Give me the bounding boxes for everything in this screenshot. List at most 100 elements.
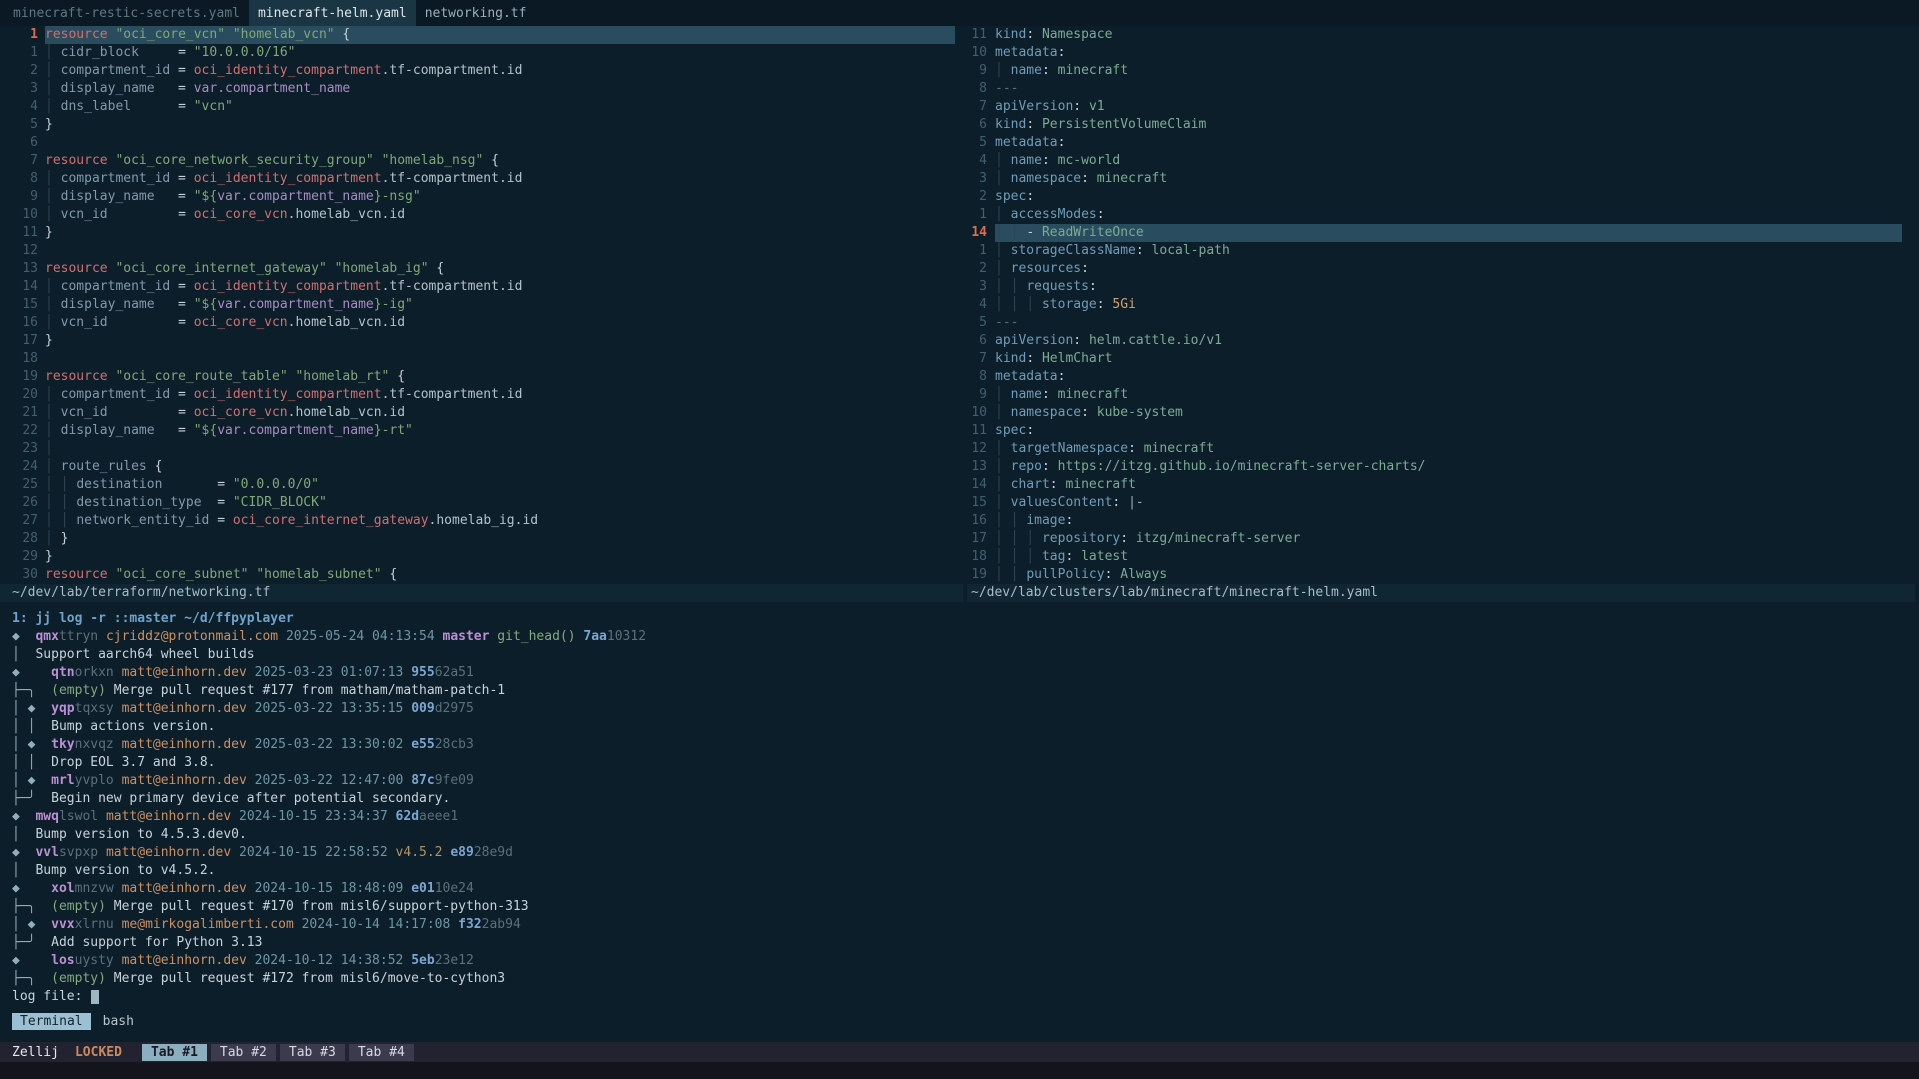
log-segment: Merge pull request #177 from matham/math…	[106, 683, 505, 698]
line-number: 10	[971, 404, 987, 422]
code-line[interactable]: 8metadata:	[967, 368, 1915, 386]
code-line[interactable]: 23│	[0, 440, 963, 458]
code-line[interactable]: 3│ │ requests:	[967, 278, 1915, 296]
code-line[interactable]: 4│ name: mc-world	[967, 152, 1915, 170]
code-line[interactable]: 4│ │ │ storage: 5Gi	[967, 296, 1915, 314]
code-line[interactable]: 5---	[967, 314, 1915, 332]
code-line[interactable]: 28│ }	[0, 530, 963, 548]
buffer-tab[interactable]: minecraft-helm.yaml	[249, 0, 416, 26]
code-line[interactable]: 27│ │ network_entity_id = oci_core_inter…	[0, 512, 963, 530]
log-segment: 955	[411, 665, 434, 680]
code-segment: "homelab_ig"	[335, 261, 429, 276]
code-segment: =	[209, 513, 232, 528]
code-line[interactable]: 1│ accessModes:	[967, 206, 1915, 224]
code-line[interactable]: 18	[0, 350, 963, 368]
zellij-tab[interactable]: Tab #2	[211, 1044, 276, 1061]
terminal-tab-active[interactable]: Terminal	[12, 1013, 91, 1030]
code-line[interactable]: 9│ display_name = "${var.compartment_nam…	[0, 188, 963, 206]
code-line[interactable]: 10metadata:	[967, 44, 1915, 62]
code-line[interactable]: 11}	[0, 224, 963, 242]
code-segment: =	[108, 405, 194, 420]
code-line[interactable]: 13resource "oci_core_internet_gateway" "…	[0, 260, 963, 278]
code-line[interactable]: 9│ name: minecraft	[967, 386, 1915, 404]
indent-guide: │ │ │	[995, 549, 1042, 564]
code-line[interactable]: 16│ │ image:	[967, 512, 1915, 530]
code-line[interactable]: 8│ compartment_id = oci_identity_compart…	[0, 170, 963, 188]
code-segment: =	[155, 189, 194, 204]
log-segment: 2025-03-22 12:47:00	[255, 773, 404, 788]
jj-log-line: │ │ Drop EOL 3.7 and 3.8.	[12, 754, 1919, 772]
code-line[interactable]: 2│ compartment_id = oci_identity_compart…	[0, 62, 963, 80]
code-line[interactable]: 6kind: PersistentVolumeClaim	[967, 116, 1915, 134]
editor-split-yaml[interactable]: 11kind: Namespace10metadata:9│ name: min…	[967, 26, 1915, 602]
code-line[interactable]: 30resource "oci_core_subnet" "homelab_su…	[0, 566, 963, 584]
code-line[interactable]: 24│ route_rules {	[0, 458, 963, 476]
zellij-tab[interactable]: Tab #4	[349, 1044, 414, 1061]
code-line[interactable]: 12│ targetNamespace: minecraft	[967, 440, 1915, 458]
code-line[interactable]: 21│ vcn_id = oci_core_vcn.homelab_vcn.id	[0, 404, 963, 422]
code-line[interactable]: 26│ │ destination_type = "CIDR_BLOCK"	[0, 494, 963, 512]
indent-guide: │	[45, 441, 53, 456]
zellij-tab[interactable]: Tab #1	[142, 1044, 207, 1061]
code-line[interactable]: 16│ vcn_id = oci_core_vcn.homelab_vcn.id	[0, 314, 963, 332]
code-line[interactable]: 14│ compartment_id = oci_identity_compar…	[0, 278, 963, 296]
terminal-pane[interactable]: 1: jj log -r ::master ~/d/ffpyplayer ◆ q…	[0, 610, 1919, 1006]
code-line[interactable]: 7resource "oci_core_network_security_gro…	[0, 152, 963, 170]
code-text: │ name: minecraft	[995, 386, 1902, 404]
code-line[interactable]: 2│ resources:	[967, 260, 1915, 278]
code-line[interactable]: 10│ vcn_id = oci_core_vcn.homelab_vcn.id	[0, 206, 963, 224]
code-line[interactable]: 13│ repo: https://itzg.github.io/minecra…	[967, 458, 1915, 476]
code-line[interactable]: 6apiVersion: helm.cattle.io/v1	[967, 332, 1915, 350]
code-line[interactable]: 11spec:	[967, 422, 1915, 440]
code-segment: 5Gi	[1112, 297, 1135, 312]
log-segment: matt@einhorn.dev	[122, 665, 247, 680]
code-line[interactable]: 3│ display_name = var.compartment_name	[0, 80, 963, 98]
code-line[interactable]: 17}	[0, 332, 963, 350]
code-line[interactable]: 15│ display_name = "${var.compartment_na…	[0, 296, 963, 314]
code-line[interactable]: 9│ name: minecraft	[967, 62, 1915, 80]
code-segment: "oci_core_internet_gateway"	[115, 261, 326, 276]
code-segment: :	[1105, 567, 1121, 582]
prompt-line[interactable]: log file:	[12, 988, 1919, 1006]
buffer-tab[interactable]: networking.tf	[416, 0, 536, 26]
code-line[interactable]: 15│ valuesContent: |-	[967, 494, 1915, 512]
code-line[interactable]: 22│ display_name = "${var.compartment_na…	[0, 422, 963, 440]
jj-log-line: ◆ xolmnzvw matt@einhorn.dev 2024-10-15 1…	[12, 880, 1919, 898]
code-line[interactable]: 18│ │ │ tag: latest	[967, 548, 1915, 566]
code-line[interactable]: 1│ cidr_block = "10.0.0.0/16"	[0, 44, 963, 62]
code-line[interactable]: 3│ namespace: minecraft	[967, 170, 1915, 188]
code-line[interactable]: 17│ │ │ repository: itzg/minecraft-serve…	[967, 530, 1915, 548]
code-line[interactable]: 19resource "oci_core_route_table" "homel…	[0, 368, 963, 386]
indent-guide: │	[45, 189, 61, 204]
code-line[interactable]: 29}	[0, 548, 963, 566]
code-segment: network_entity_id	[76, 513, 209, 528]
code-line[interactable]: 4│ dns_label = "vcn"	[0, 98, 963, 116]
buffer-tab[interactable]: minecraft-restic-secrets.yaml	[4, 0, 249, 26]
code-line[interactable]: 20│ compartment_id = oci_identity_compar…	[0, 386, 963, 404]
editor-split-terraform[interactable]: 1resource "oci_core_vcn" "homelab_vcn" {…	[0, 26, 963, 602]
zellij-tab[interactable]: Tab #3	[280, 1044, 345, 1061]
code-line[interactable]: 12	[0, 242, 963, 260]
line-number: 12	[12, 242, 38, 260]
code-line[interactable]: 6	[0, 134, 963, 152]
code-line[interactable]: 14│ │ - ReadWriteOnce	[967, 224, 1915, 242]
code-line[interactable]: 14│ chart: minecraft	[967, 476, 1915, 494]
code-line[interactable]: 5}	[0, 116, 963, 134]
code-line[interactable]: 5metadata:	[967, 134, 1915, 152]
code-line[interactable]: 2spec:	[967, 188, 1915, 206]
terminal-tab-bash[interactable]: bash	[103, 1014, 134, 1029]
bufferline: minecraft-restic-secrets.yamlminecraft-h…	[0, 0, 1919, 26]
indent-guide: │ │	[995, 567, 1026, 582]
code-line[interactable]: 7apiVersion: v1	[967, 98, 1915, 116]
code-line[interactable]: 19│ │ pullPolicy: Always	[967, 566, 1915, 584]
code-line[interactable]: 1resource "oci_core_vcn" "homelab_vcn" {	[0, 26, 963, 44]
code-line[interactable]: 25│ │ destination = "0.0.0.0/0"	[0, 476, 963, 494]
code-line[interactable]: 11kind: Namespace	[967, 26, 1915, 44]
code-segment: :	[1026, 117, 1042, 132]
code-line[interactable]: 10│ namespace: kube-system	[967, 404, 1915, 422]
code-line[interactable]: 7kind: HelmChart	[967, 350, 1915, 368]
code-segment: }-rt"	[374, 423, 413, 438]
code-line[interactable]: 8---	[967, 80, 1915, 98]
code-line[interactable]: 1│ storageClassName: local-path	[967, 242, 1915, 260]
code-text: │ storageClassName: local-path	[995, 242, 1902, 260]
